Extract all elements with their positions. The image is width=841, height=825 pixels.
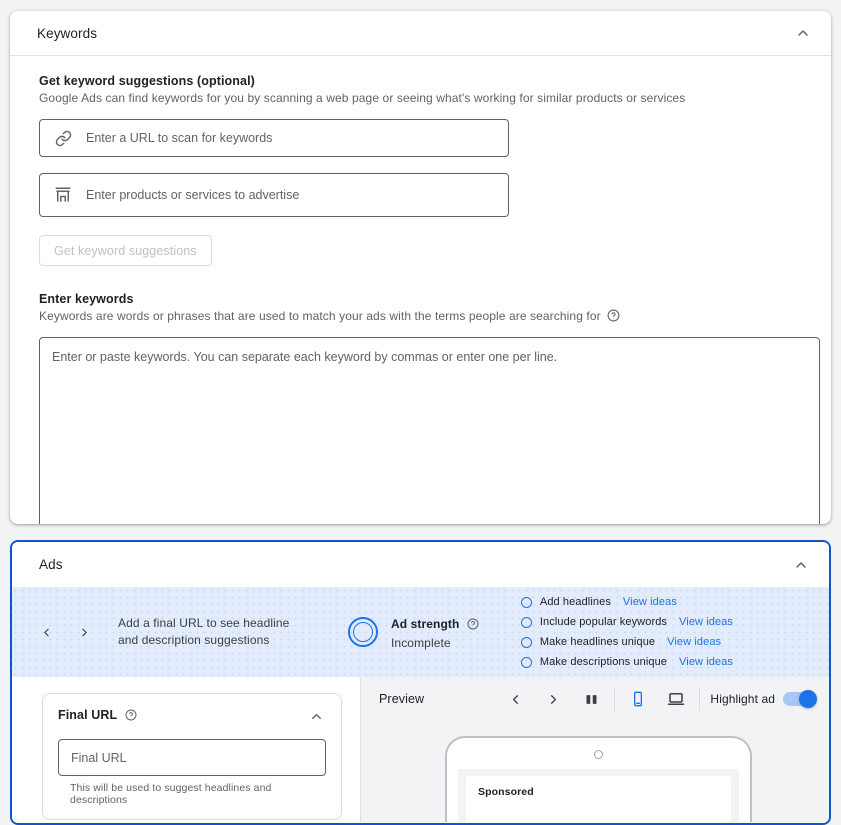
- ads-lower-area: Final URL This will be used to suggest h…: [12, 677, 829, 822]
- enter-keywords-description-text: Keywords are words or phrases that are u…: [39, 309, 601, 323]
- split-view-icon[interactable]: [578, 686, 604, 712]
- final-url-header[interactable]: Final URL: [58, 706, 326, 726]
- checklist-item: Include popular keywords View ideas: [520, 615, 733, 630]
- chevron-right-icon[interactable]: [76, 624, 92, 640]
- enter-keywords-group: Enter keywords Keywords are words or phr…: [39, 292, 820, 524]
- help-circle-icon[interactable]: [467, 617, 479, 635]
- highlight-ad-label: Highlight ad: [710, 692, 775, 706]
- ad-edit-pane: Final URL This will be used to suggest h…: [12, 677, 361, 822]
- link-icon: [53, 128, 73, 148]
- get-keyword-suggestions-button[interactable]: Get keyword suggestions: [39, 235, 212, 266]
- keywords-card: Keywords Get keyword suggestions (option…: [10, 11, 831, 524]
- banner-nav-group: [38, 624, 92, 640]
- chevron-up-icon[interactable]: [793, 23, 813, 43]
- checklist-item: Add headlines View ideas: [520, 595, 733, 610]
- mobile-device-icon[interactable]: [625, 686, 651, 712]
- ad-preview-pane: Preview Highlight ad Sponsored: [361, 677, 829, 822]
- chevron-right-icon[interactable]: [540, 686, 566, 712]
- products-services-field[interactable]: [39, 173, 509, 217]
- phone-camera-dot: [594, 750, 603, 759]
- circle-outline-icon: [520, 656, 532, 668]
- ad-preview-card: Sponsored: [466, 776, 731, 822]
- ad-strength-banner: Add a final URL to see headline and desc…: [12, 587, 829, 677]
- preview-title: Preview: [379, 692, 425, 706]
- checklist-item-label: Include popular keywords: [539, 616, 668, 628]
- ad-strength-text: Ad strength Incomplete: [391, 615, 479, 650]
- checklist-item-label: Make headlines unique: [539, 636, 656, 648]
- keywords-section-header[interactable]: Keywords: [10, 11, 831, 56]
- ad-strength-ring: [348, 617, 378, 647]
- highlight-ad-toggle[interactable]: [783, 690, 817, 708]
- products-services-input[interactable]: [86, 188, 495, 202]
- checklist-item-label: Add headlines: [539, 596, 611, 608]
- ads-campaign-page: Keywords Get keyword suggestions (option…: [0, 0, 841, 825]
- ad-strength-group: Ad strength Incomplete: [348, 615, 479, 650]
- chevron-up-icon[interactable]: [306, 706, 326, 726]
- url-scan-input[interactable]: [86, 131, 495, 145]
- toolbar-divider: [699, 687, 701, 711]
- view-ideas-link[interactable]: View ideas: [623, 596, 677, 608]
- phone-preview-mock: Sponsored: [445, 736, 752, 822]
- checklist-item-label: Make descriptions unique: [539, 656, 668, 668]
- final-url-title-group: Final URL: [58, 706, 137, 726]
- keywords-section-title: Keywords: [37, 25, 98, 41]
- view-ideas-link[interactable]: View ideas: [667, 636, 721, 648]
- suggestions-heading: Get keyword suggestions (optional): [39, 74, 255, 88]
- help-circle-icon[interactable]: [607, 309, 620, 325]
- view-ideas-link[interactable]: View ideas: [679, 656, 733, 668]
- circle-outline-icon: [520, 636, 532, 648]
- preview-toolbar: Preview Highlight ad: [361, 677, 829, 721]
- desktop-device-icon[interactable]: [663, 686, 689, 712]
- banner-message: Add a final URL to see headline and desc…: [118, 615, 290, 647]
- chevron-left-icon[interactable]: [502, 686, 528, 712]
- ad-strength-status: Incomplete: [391, 635, 451, 650]
- preview-tools: Highlight ad: [502, 686, 817, 712]
- storefront-icon: [53, 185, 73, 205]
- ads-section-header[interactable]: Ads: [12, 542, 829, 587]
- circle-outline-icon: [520, 596, 532, 608]
- final-url-card: Final URL This will be used to suggest h…: [42, 693, 342, 820]
- checklist-item: Make headlines unique View ideas: [520, 635, 733, 650]
- suggestions-description: Google Ads can find keywords for you by …: [39, 91, 686, 105]
- keyword-suggestions-group: Get keyword suggestions (optional) Googl…: [39, 74, 802, 266]
- ad-strength-label: Ad strength: [391, 616, 460, 631]
- ads-section-title: Ads: [39, 557, 63, 572]
- circle-outline-icon: [520, 616, 532, 628]
- final-url-title: Final URL: [58, 708, 118, 722]
- url-scan-field[interactable]: [39, 119, 509, 157]
- toolbar-divider: [614, 687, 616, 711]
- keywords-textarea[interactable]: [39, 337, 820, 524]
- enter-keywords-heading: Enter keywords: [39, 292, 134, 306]
- keywords-body: Get keyword suggestions (optional) Googl…: [10, 56, 831, 524]
- ad-strength-label-row: Ad strength: [391, 615, 479, 635]
- final-url-input[interactable]: [58, 739, 326, 776]
- checklist-item: Make descriptions unique View ideas: [520, 655, 733, 670]
- view-ideas-link[interactable]: View ideas: [679, 616, 733, 628]
- ads-card: Ads Add a final URL to see headline and …: [10, 540, 831, 825]
- ad-strength-checklist: Add headlines View ideas Include popular…: [520, 595, 733, 670]
- enter-keywords-description: Keywords are words or phrases that are u…: [39, 309, 802, 325]
- chevron-up-icon[interactable]: [791, 555, 811, 575]
- help-circle-icon[interactable]: [125, 708, 137, 726]
- sponsored-label: Sponsored: [478, 786, 534, 798]
- chevron-left-icon[interactable]: [38, 624, 54, 640]
- final-url-hint: This will be used to suggest headlines a…: [70, 782, 272, 806]
- phone-screen: Sponsored: [458, 769, 739, 822]
